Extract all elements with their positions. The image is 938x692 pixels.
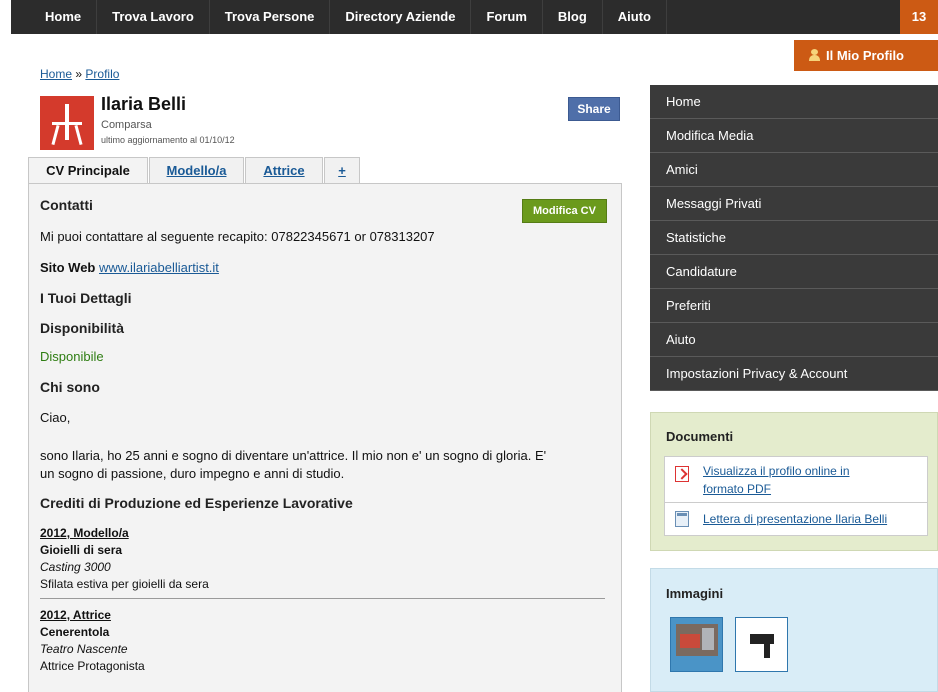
credit-description: Attrice Protagonista [40,659,145,673]
contacts-text: Mi puoi contattare al seguente recapito:… [40,229,435,244]
contacts-heading: Contatti [40,197,93,213]
credit-divider [40,598,605,599]
breadcrumb-home-link[interactable]: Home [40,67,72,81]
edit-cv-button[interactable]: Modifica CV [522,199,607,223]
pdf-link-line2[interactable]: formato PDF [703,480,771,498]
last-updated: ultimo aggiornamento al 01/10/12 [101,135,235,145]
sidebar-item-aiuto[interactable]: Aiuto [650,323,938,357]
credit-company: Teatro Nascente [40,642,128,656]
tab-cv-principale[interactable]: CV Principale [28,157,148,184]
cover-letter-link[interactable]: Lettera di presentazione Ilaria Belli [703,510,887,528]
images-panel: Immagini [650,568,938,692]
credit-title: Cenerentola [40,625,110,639]
person-icon [809,49,820,61]
breadcrumb-profile-link[interactable]: Profilo [85,67,119,81]
image-thumbnail[interactable] [670,617,723,672]
profile-role: Comparsa [101,119,152,131]
pdf-icon [675,466,689,482]
nav-aiuto[interactable]: Aiuto [603,0,667,34]
tab-add[interactable]: + [324,157,360,183]
tab-attrice[interactable]: Attrice [245,157,323,183]
credit-year[interactable]: 2012, Modello/a [40,526,129,540]
about-heading: Chi sono [40,379,100,395]
sidebar-item-home[interactable]: Home [650,85,938,119]
about-text-line1: sono Ilaria, ho 25 anni e sogno di diven… [40,448,547,463]
documents-panel: Documenti Visualizza il profilo online i… [650,412,938,551]
sidebar-item-statistiche[interactable]: Statistiche [650,221,938,255]
sidebar-item-candidature[interactable]: Candidature [650,255,938,289]
nav-directory-aziende[interactable]: Directory Aziende [330,0,472,34]
tab-add-link[interactable]: + [338,163,346,178]
sidebar-item-modifica-media[interactable]: Modifica Media [650,119,938,153]
document-row[interactable]: Visualizza il profilo online in formato … [664,456,928,503]
credits-heading: Crediti di Produzione ed Esperienze Lavo… [40,495,353,511]
nav-trova-persone[interactable]: Trova Persone [210,0,331,34]
cv-content: Contatti Modifica CV Mi puoi contattare … [28,183,622,692]
breadcrumb: Home » Profilo [40,67,119,81]
my-profile-label: Il Mio Profilo [826,48,904,63]
top-navigation: Home Trova Lavoro Trova Persone Director… [11,0,938,34]
tab-attrice-link[interactable]: Attrice [263,163,304,178]
website-label: Sito Web [40,260,96,275]
credit-year[interactable]: 2012, Attrice [40,608,111,622]
my-profile-button[interactable]: Il Mio Profilo [794,40,938,71]
nav-forum[interactable]: Forum [471,0,543,34]
availability-heading: Disponibilità [40,320,124,336]
image-thumbnail[interactable] [735,617,788,672]
website-link[interactable]: www.ilariabelliartist.it [99,260,219,275]
images-title: Immagini [666,586,724,601]
tab-modello[interactable]: Modello/a [149,157,244,183]
credit-title: Gioielli di sera [40,543,123,557]
profile-name: Ilaria Belli [101,94,187,114]
sidebar-item-privacy-settings[interactable]: Impostazioni Privacy & Account [650,357,938,391]
about-text-line2: un sogno di passione, duro impegno e ann… [40,466,345,481]
share-button[interactable]: Share [568,97,620,121]
credit-company: Casting 3000 [40,560,111,574]
sidebar-menu: Home Modifica Media Amici Messaggi Priva… [650,85,938,391]
documents-title: Documenti [666,429,734,444]
document-row[interactable]: Lettera di presentazione Ilaria Belli [664,502,928,536]
availability-value: Disponibile [40,349,104,364]
tab-modello-link[interactable]: Modello/a [167,163,227,178]
nav-trova-lavoro[interactable]: Trova Lavoro [97,0,210,34]
breadcrumb-separator: » [75,67,83,81]
pdf-link-line1[interactable]: Visualizza il profilo online in [703,462,850,480]
credit-description: Sfilata estiva per gioielli da sera [40,577,209,591]
document-icon [675,511,689,527]
details-heading: I Tuoi Dettagli [40,290,132,306]
notification-badge[interactable]: 13 [900,0,938,34]
sidebar-item-amici[interactable]: Amici [650,153,938,187]
about-greeting: Ciao, [40,410,71,425]
sidebar-item-preferiti[interactable]: Preferiti [650,289,938,323]
nav-home[interactable]: Home [11,0,98,34]
sidebar-item-messaggi-privati[interactable]: Messaggi Privati [650,187,938,221]
avatar[interactable] [40,96,94,150]
nav-blog[interactable]: Blog [543,0,603,34]
